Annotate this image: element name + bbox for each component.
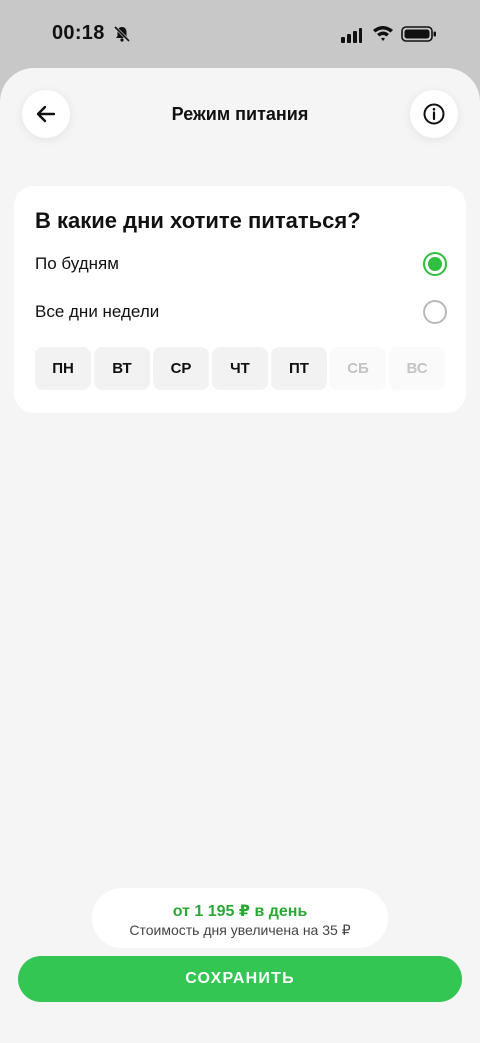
- day-chip-thu[interactable]: ЧТ: [212, 347, 268, 390]
- day-chip-mon[interactable]: ПН: [35, 347, 91, 390]
- option-label: По будням: [35, 254, 119, 273]
- wifi-icon: [373, 26, 393, 41]
- day-chip-fri[interactable]: ПТ: [271, 347, 327, 390]
- option-label: Все дни недели: [35, 302, 160, 321]
- radio-unchecked-icon[interactable]: [423, 300, 447, 324]
- save-button[interactable]: СОХРАНИТЬ: [18, 956, 462, 1002]
- price-summary: от 1 195 ₽ в день Стоимость дня увеличен…: [92, 888, 388, 948]
- days-selector: ПН ВТ СР ЧТ ПТ СБ ВС: [35, 347, 445, 390]
- day-chip-sat: СБ: [330, 347, 386, 390]
- info-icon: [423, 103, 445, 125]
- radio-checked-icon[interactable]: [423, 252, 447, 276]
- info-button[interactable]: [410, 90, 458, 138]
- days-question: В какие дни хотите питаться?: [35, 208, 361, 233]
- arrow-left-icon: [36, 105, 56, 123]
- signal-icon: [341, 28, 362, 43]
- bell-muted-icon: [113, 25, 131, 43]
- price-per-day: от 1 195 ₽ в день: [172, 903, 308, 920]
- back-button[interactable]: [22, 90, 70, 138]
- battery-icon: [401, 26, 436, 42]
- status-bar: 00:18: [0, 0, 480, 68]
- page-title: Режим питания: [171, 104, 309, 124]
- day-chip-wed[interactable]: СР: [153, 347, 209, 390]
- days-card: В какие дни хотите питаться? По будням В…: [14, 186, 466, 413]
- price-increase-note: Стоимость дня увеличена на 35 ₽: [129, 922, 351, 938]
- option-all-days[interactable]: Все дни недели: [35, 296, 447, 328]
- meal-plan-sheet: Режим питания В какие дни хотите питатьс…: [0, 68, 480, 1043]
- day-chip-sun: ВС: [389, 347, 445, 390]
- option-weekdays[interactable]: По будням: [35, 248, 447, 280]
- day-chip-tue[interactable]: ВТ: [94, 347, 150, 390]
- status-time: 00:18: [52, 22, 105, 44]
